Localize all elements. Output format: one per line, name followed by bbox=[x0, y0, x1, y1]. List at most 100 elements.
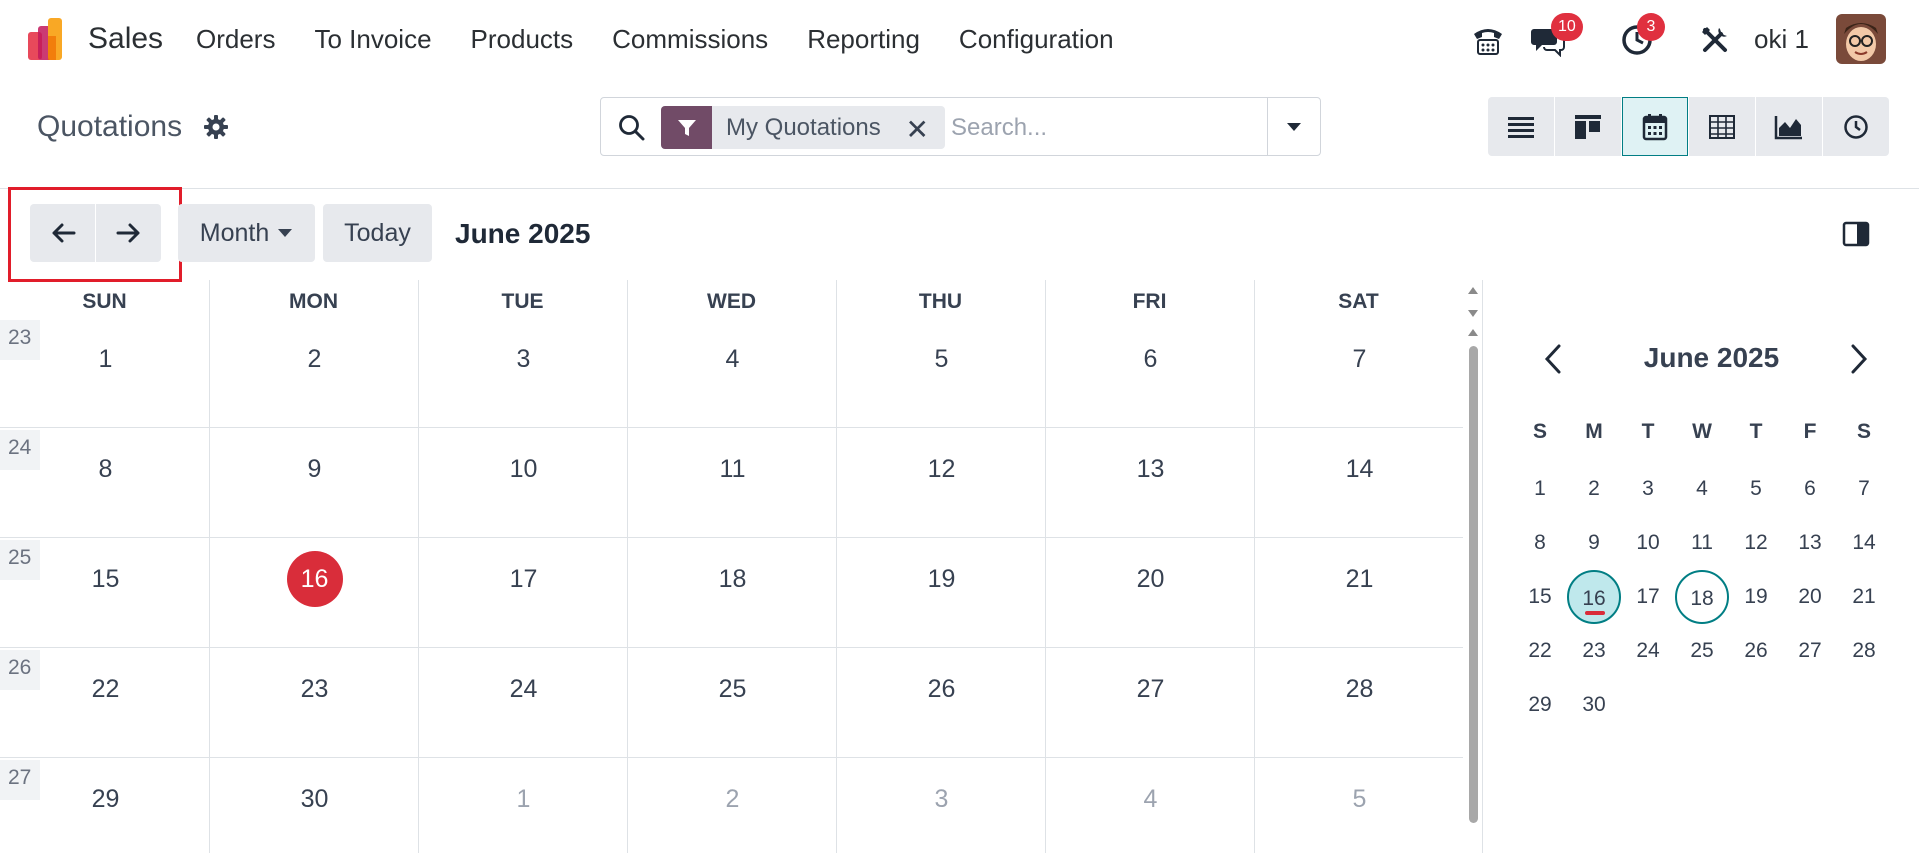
day-cell[interactable]: 22 bbox=[78, 661, 134, 717]
day-cell[interactable]: 26 bbox=[914, 661, 970, 717]
mini-day[interactable]: 24 bbox=[1621, 624, 1675, 678]
mini-day[interactable]: 1 bbox=[1513, 462, 1567, 516]
mini-day[interactable]: 11 bbox=[1675, 516, 1729, 570]
day-cell[interactable]: 10 bbox=[496, 441, 552, 497]
menu-to-invoice[interactable]: To Invoice bbox=[314, 24, 431, 55]
activities-clock-icon[interactable]: 3 bbox=[1617, 13, 1665, 60]
mini-day[interactable]: 12 bbox=[1729, 516, 1783, 570]
day-cell[interactable]: 1 bbox=[78, 331, 134, 387]
mini-weekday-label: F bbox=[1803, 420, 1817, 443]
mini-day[interactable]: 2 bbox=[1567, 462, 1621, 516]
day-cell[interactable]: 24 bbox=[496, 661, 552, 717]
day-cell[interactable]: 2 bbox=[705, 771, 761, 827]
pivot-view-button[interactable] bbox=[1689, 97, 1755, 156]
day-cell[interactable]: 27 bbox=[1123, 661, 1179, 717]
mini-day[interactable]: 15 bbox=[1513, 570, 1567, 624]
day-cell[interactable]: 29 bbox=[78, 771, 134, 827]
mini-day[interactable]: 20 bbox=[1783, 570, 1837, 624]
mini-day[interactable]: 17 bbox=[1621, 570, 1675, 624]
mini-day[interactable]: 6 bbox=[1783, 462, 1837, 516]
mini-day[interactable]: 10 bbox=[1621, 516, 1675, 570]
menu-configuration[interactable]: Configuration bbox=[959, 24, 1114, 55]
menu-products[interactable]: Products bbox=[471, 24, 574, 55]
week-number: 24 bbox=[0, 430, 40, 470]
day-cell[interactable]: 15 bbox=[78, 551, 134, 607]
toggle-side-panel-icon[interactable] bbox=[1842, 221, 1870, 247]
graph-view-button[interactable] bbox=[1756, 97, 1822, 156]
page-title[interactable]: Quotations bbox=[37, 110, 182, 144]
mini-day[interactable]: 9 bbox=[1567, 516, 1621, 570]
day-cell[interactable]: 13 bbox=[1123, 441, 1179, 497]
day-cell-today[interactable]: 16 bbox=[286, 551, 343, 607]
mini-day-selected[interactable]: 18 bbox=[1675, 570, 1729, 624]
menu-commissions[interactable]: Commissions bbox=[612, 24, 768, 55]
day-cell[interactable]: 20 bbox=[1123, 551, 1179, 607]
day-cell[interactable]: 7 bbox=[1332, 331, 1388, 387]
scroll-thumb[interactable] bbox=[1469, 346, 1478, 823]
mini-day[interactable]: 21 bbox=[1837, 570, 1891, 624]
calendar-view-button[interactable] bbox=[1622, 97, 1688, 156]
mini-day[interactable]: 29 bbox=[1513, 678, 1567, 732]
mini-day[interactable]: 25 bbox=[1675, 624, 1729, 678]
week-number: 25 bbox=[0, 540, 40, 580]
day-cell[interactable]: 1 bbox=[496, 771, 552, 827]
day-cell[interactable]: 21 bbox=[1332, 551, 1388, 607]
mini-day[interactable]: 30 bbox=[1567, 678, 1621, 732]
mini-day[interactable]: 3 bbox=[1621, 462, 1675, 516]
mini-day[interactable]: 23 bbox=[1567, 624, 1621, 678]
day-cell[interactable]: 23 bbox=[287, 661, 343, 717]
mini-calendar-next-icon[interactable] bbox=[1845, 342, 1873, 376]
mini-day[interactable]: 28 bbox=[1837, 624, 1891, 678]
mini-day-today[interactable]: 16 bbox=[1567, 570, 1621, 624]
day-cell[interactable]: 4 bbox=[1123, 771, 1179, 827]
day-cell[interactable]: 28 bbox=[1332, 661, 1388, 717]
day-cell[interactable]: 6 bbox=[1123, 331, 1179, 387]
day-cell[interactable]: 18 bbox=[705, 551, 761, 607]
day-cell[interactable]: 11 bbox=[705, 441, 761, 497]
day-cell[interactable]: 5 bbox=[914, 331, 970, 387]
day-cell[interactable]: 30 bbox=[287, 771, 343, 827]
mini-day[interactable]: 14 bbox=[1837, 516, 1891, 570]
phone-icon[interactable] bbox=[1468, 20, 1508, 60]
day-cell[interactable]: 9 bbox=[287, 441, 343, 497]
menu-reporting[interactable]: Reporting bbox=[807, 24, 920, 55]
scale-dropdown-button[interactable]: Month bbox=[178, 204, 315, 262]
mini-day[interactable]: 5 bbox=[1729, 462, 1783, 516]
mini-day[interactable]: 26 bbox=[1729, 624, 1783, 678]
day-cell[interactable]: 17 bbox=[496, 551, 552, 607]
list-view-button[interactable] bbox=[1488, 97, 1554, 156]
user-name[interactable]: oki 1 bbox=[1754, 24, 1809, 55]
mini-day[interactable]: 22 bbox=[1513, 624, 1567, 678]
messages-icon[interactable]: 10 bbox=[1528, 13, 1583, 60]
day-cell[interactable]: 5 bbox=[1332, 771, 1388, 827]
gear-icon[interactable] bbox=[203, 114, 229, 140]
mini-day[interactable]: 13 bbox=[1783, 516, 1837, 570]
tools-icon[interactable] bbox=[1695, 20, 1735, 60]
menu-orders[interactable]: Orders bbox=[196, 24, 275, 55]
day-cell[interactable]: 14 bbox=[1332, 441, 1388, 497]
mini-day[interactable]: 19 bbox=[1729, 570, 1783, 624]
day-cell[interactable]: 4 bbox=[705, 331, 761, 387]
day-cell[interactable]: 8 bbox=[78, 441, 134, 497]
mini-day[interactable]: 4 bbox=[1675, 462, 1729, 516]
day-cell[interactable]: 2 bbox=[287, 331, 343, 387]
mini-day[interactable]: 8 bbox=[1513, 516, 1567, 570]
search-icon[interactable] bbox=[617, 113, 647, 143]
user-avatar[interactable] bbox=[1836, 14, 1886, 64]
mini-day[interactable]: 7 bbox=[1837, 462, 1891, 516]
day-cell[interactable]: 3 bbox=[914, 771, 970, 827]
activity-view-button[interactable] bbox=[1823, 97, 1889, 156]
search-input[interactable] bbox=[951, 108, 1251, 148]
day-cell[interactable]: 25 bbox=[705, 661, 761, 717]
search-options-toggle[interactable] bbox=[1267, 98, 1320, 155]
kanban-view-button[interactable] bbox=[1555, 97, 1621, 156]
grid-scrollbar[interactable] bbox=[1464, 282, 1482, 853]
facet-remove-icon[interactable]: ✕ bbox=[906, 113, 929, 146]
mini-day[interactable]: 27 bbox=[1783, 624, 1837, 678]
sales-app-logo-icon[interactable] bbox=[26, 18, 72, 60]
today-button[interactable]: Today bbox=[323, 204, 432, 262]
app-name[interactable]: Sales bbox=[88, 22, 163, 56]
day-cell[interactable]: 3 bbox=[496, 331, 552, 387]
day-cell[interactable]: 12 bbox=[914, 441, 970, 497]
day-cell[interactable]: 19 bbox=[914, 551, 970, 607]
